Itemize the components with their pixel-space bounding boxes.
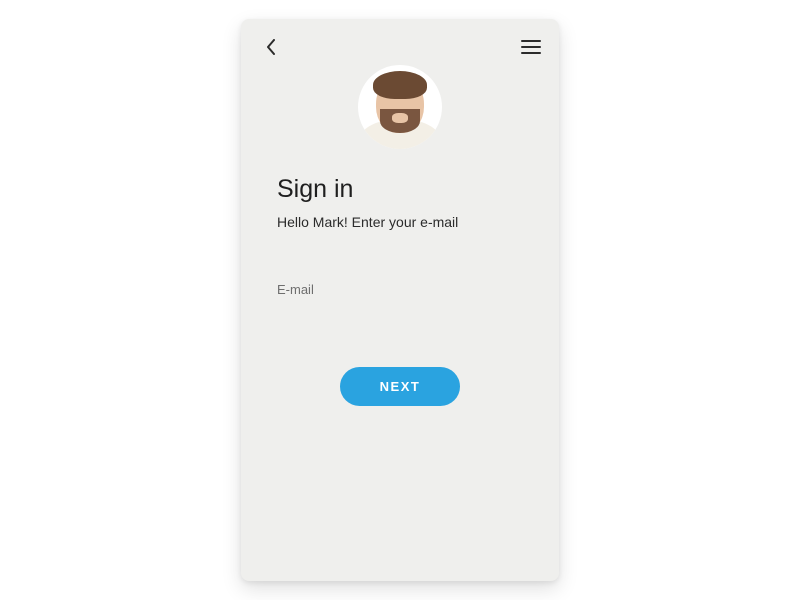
signin-content: Sign in Hello Mark! Enter your e-mail E-… bbox=[241, 149, 559, 406]
menu-button[interactable] bbox=[521, 40, 541, 54]
signin-screen: Sign in Hello Mark! Enter your e-mail E-… bbox=[241, 19, 559, 581]
avatar-container bbox=[241, 65, 559, 149]
page-subtitle: Hello Mark! Enter your e-mail bbox=[277, 214, 523, 230]
hamburger-icon bbox=[521, 40, 541, 42]
avatar bbox=[358, 65, 442, 149]
header-bar bbox=[241, 19, 559, 59]
next-button[interactable]: NEXT bbox=[340, 367, 461, 406]
back-button[interactable] bbox=[259, 35, 283, 59]
button-row: NEXT bbox=[277, 367, 523, 406]
email-label: E-mail bbox=[277, 282, 523, 297]
chevron-left-icon bbox=[266, 39, 276, 55]
email-field[interactable] bbox=[277, 303, 523, 327]
page-title: Sign in bbox=[277, 175, 523, 204]
